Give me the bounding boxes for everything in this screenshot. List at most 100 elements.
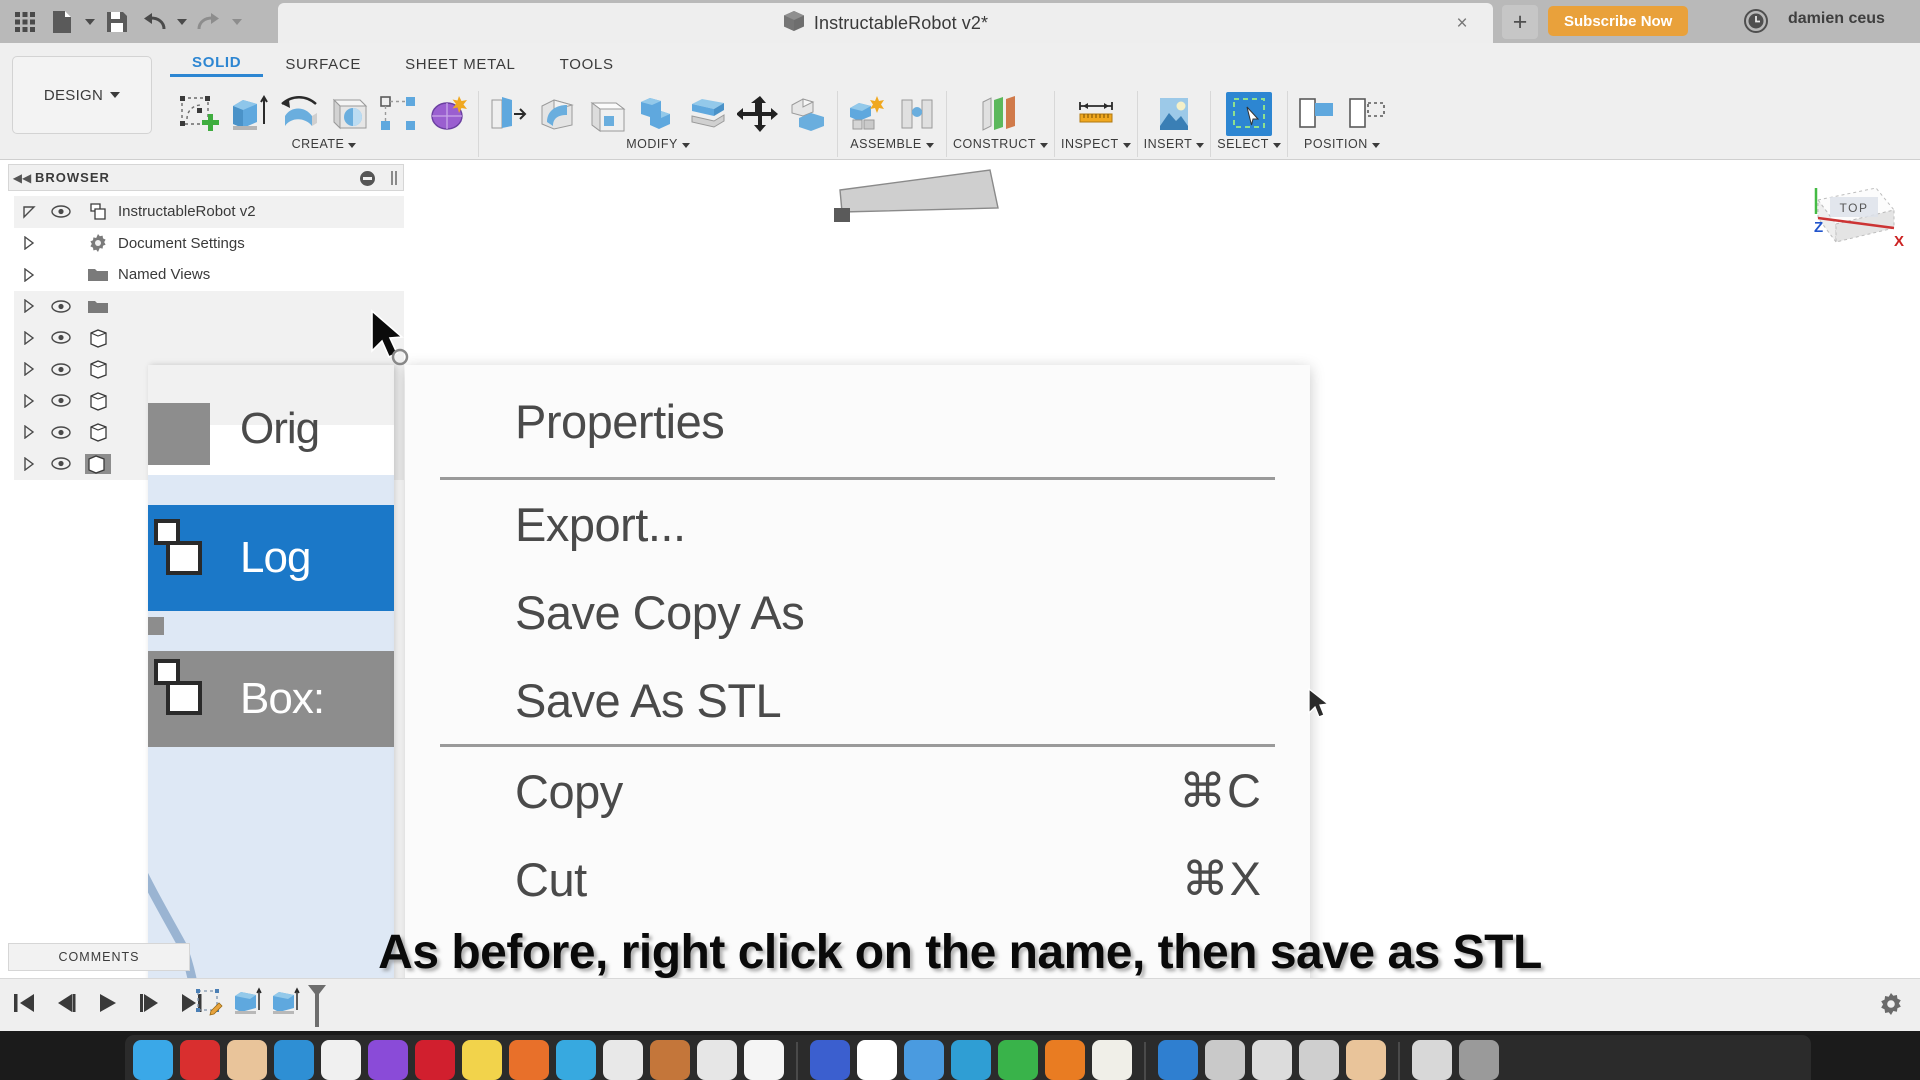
play-icon[interactable] xyxy=(94,988,122,1018)
extrude-marker-icon[interactable] xyxy=(268,985,302,1019)
dock-app-icon[interactable] xyxy=(368,1040,408,1080)
split-body-icon[interactable] xyxy=(785,92,831,136)
timeline-settings-gear-icon[interactable] xyxy=(1878,991,1904,1017)
revolve-icon[interactable] xyxy=(276,92,322,136)
macos-dock[interactable] xyxy=(0,1031,1920,1080)
collapse-arrow-icon[interactable] xyxy=(14,267,44,282)
dock-app-icon[interactable] xyxy=(998,1040,1038,1080)
dock-app-icon[interactable] xyxy=(321,1040,361,1080)
visibility-eye-icon[interactable] xyxy=(44,457,78,470)
dock-app-icon[interactable] xyxy=(1205,1040,1245,1080)
undo-icon[interactable] xyxy=(137,5,171,39)
pattern-icon[interactable] xyxy=(376,92,422,136)
comments-panel[interactable]: COMMENTS xyxy=(8,943,190,971)
clock-icon[interactable] xyxy=(1743,8,1769,34)
fillet-icon[interactable] xyxy=(535,92,581,136)
tab-surface[interactable]: SURFACE xyxy=(263,51,383,77)
menu-item-properties[interactable]: Properties xyxy=(405,365,1310,477)
undo-dropdown-icon[interactable] xyxy=(174,5,189,39)
dock-app-icon[interactable] xyxy=(274,1040,314,1080)
workspace-selector[interactable]: DESIGN xyxy=(12,56,152,134)
redo-icon[interactable] xyxy=(192,5,226,39)
dock-app-icon[interactable] xyxy=(1459,1040,1499,1080)
dock-app-icon[interactable] xyxy=(904,1040,944,1080)
collapse-arrow-icon[interactable] xyxy=(14,456,44,471)
collapse-arrow-icon[interactable] xyxy=(14,362,44,377)
visibility-eye-icon[interactable] xyxy=(44,363,78,376)
menu-item-copy[interactable]: Copy ⌘C xyxy=(405,747,1310,835)
align-icon[interactable] xyxy=(1294,92,1340,136)
dock-app-icon[interactable] xyxy=(951,1040,991,1080)
tree-row-body-1[interactable] xyxy=(14,322,404,354)
menu-item-cut[interactable]: Cut ⌘X xyxy=(405,835,1310,923)
step-forward-icon[interactable] xyxy=(136,988,164,1018)
step-back-icon[interactable] xyxy=(52,988,80,1018)
extrude-icon[interactable] xyxy=(226,92,272,136)
dock-app-icon[interactable] xyxy=(415,1040,455,1080)
collapse-arrow-icon[interactable] xyxy=(14,236,44,251)
sphere-icon[interactable] xyxy=(326,92,372,136)
collapse-arrow-icon[interactable] xyxy=(14,330,44,345)
collapse-left-icon[interactable]: ◀◀ xyxy=(9,171,35,185)
select-window-icon[interactable] xyxy=(1226,92,1273,136)
new-component-icon[interactable] xyxy=(844,92,890,136)
visibility-eye-icon[interactable] xyxy=(44,205,78,218)
dock-app-icon[interactable] xyxy=(1346,1040,1386,1080)
insert-image-icon[interactable] xyxy=(1151,92,1197,136)
dock-app-icon[interactable] xyxy=(1045,1040,1085,1080)
menu-item-save-as-stl[interactable]: Save As STL xyxy=(405,656,1310,744)
new-tab-button[interactable]: + xyxy=(1502,5,1538,39)
visibility-eye-icon[interactable] xyxy=(44,426,78,439)
timeline-bar[interactable] xyxy=(0,978,1920,1031)
view-cube[interactable]: TOP Z X xyxy=(1790,170,1910,280)
measure-icon[interactable] xyxy=(1073,92,1119,136)
skip-to-start-icon[interactable] xyxy=(10,988,38,1018)
sketch-create-icon[interactable] xyxy=(176,92,222,136)
document-tab[interactable]: InstructableRobot v2* × xyxy=(278,3,1493,43)
dock-app-icon[interactable] xyxy=(697,1040,737,1080)
viewport[interactable]: TOP Z X ◀◀ BROWSER InstructableRobot v2 … xyxy=(0,160,1920,1037)
dock-app-icon[interactable] xyxy=(180,1040,220,1080)
position-icon[interactable] xyxy=(1344,92,1390,136)
tab-tools[interactable]: TOOLS xyxy=(538,51,636,77)
tab-solid[interactable]: SOLID xyxy=(170,51,264,77)
dock-app-icon[interactable] xyxy=(810,1040,850,1080)
dock-app-icon[interactable] xyxy=(227,1040,267,1080)
dock-app-icon[interactable] xyxy=(603,1040,643,1080)
tree-row-named-views[interactable]: Named Views xyxy=(14,259,404,291)
dock-app-icon[interactable] xyxy=(1158,1040,1198,1080)
shell-icon[interactable] xyxy=(585,92,631,136)
offset-face-icon[interactable] xyxy=(685,92,731,136)
save-icon[interactable] xyxy=(100,5,134,39)
dock-app-icon[interactable] xyxy=(744,1040,784,1080)
press-pull-icon[interactable] xyxy=(485,92,531,136)
close-icon[interactable]: × xyxy=(1453,14,1471,33)
visibility-eye-icon[interactable] xyxy=(44,394,78,407)
sketch-marker-icon[interactable] xyxy=(192,985,226,1019)
tree-row-root[interactable]: InstructableRobot v2 xyxy=(14,196,404,228)
menu-item-save-copy-as[interactable]: Save Copy As xyxy=(405,568,1310,656)
visibility-eye-icon[interactable] xyxy=(44,300,78,313)
timeline-end-marker-icon[interactable] xyxy=(306,985,328,1029)
dock-app-icon[interactable] xyxy=(556,1040,596,1080)
dock-app-icon[interactable] xyxy=(857,1040,897,1080)
user-name[interactable]: damien ceus xyxy=(1788,10,1885,28)
dock-app-icon[interactable] xyxy=(462,1040,502,1080)
minimize-icon[interactable] xyxy=(360,171,375,186)
collapse-arrow-icon[interactable] xyxy=(14,299,44,314)
collapse-arrow-icon[interactable] xyxy=(14,393,44,408)
dock-app-icon[interactable] xyxy=(1252,1040,1292,1080)
tree-row-folder[interactable] xyxy=(14,290,404,322)
create-form-icon[interactable] xyxy=(426,92,472,136)
tab-sheet-metal[interactable]: SHEET METAL xyxy=(383,51,538,77)
grip-icon[interactable] xyxy=(391,171,393,185)
new-document-icon[interactable] xyxy=(45,5,79,39)
expand-arrow-icon[interactable] xyxy=(14,205,44,219)
dock-app-icon[interactable] xyxy=(133,1040,173,1080)
visibility-eye-icon[interactable] xyxy=(44,331,78,344)
move-copy-icon[interactable] xyxy=(735,92,781,136)
combine-icon[interactable] xyxy=(635,92,681,136)
joint-icon[interactable] xyxy=(894,92,940,136)
dock-app-icon[interactable] xyxy=(650,1040,690,1080)
dock-app-icon[interactable] xyxy=(1092,1040,1132,1080)
